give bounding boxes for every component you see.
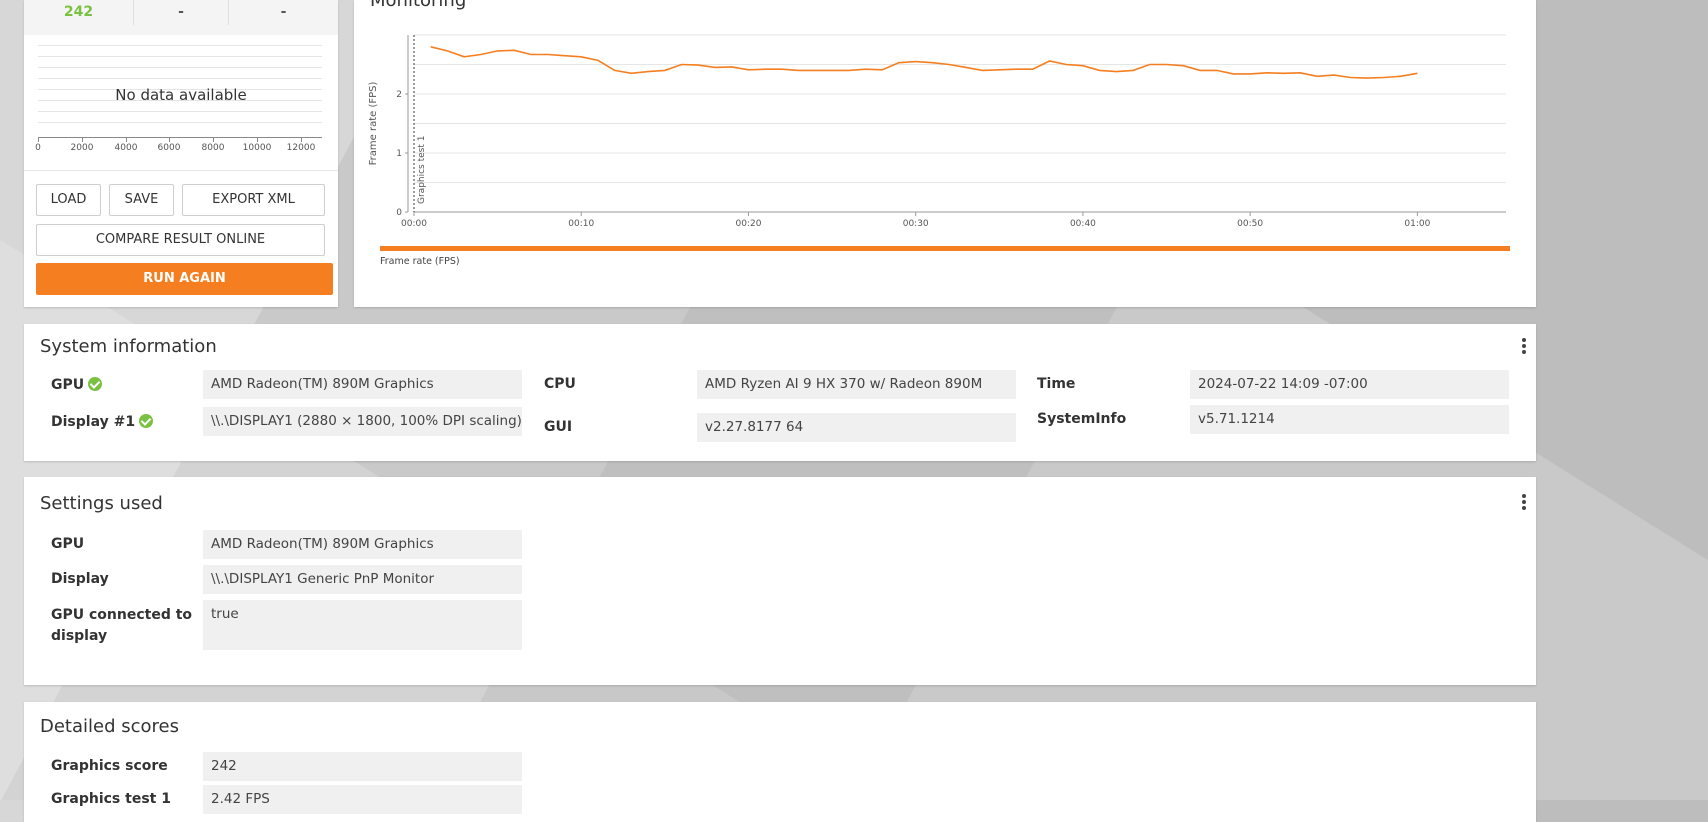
export-xml-button[interactable]: EXPORT XML: [182, 184, 325, 216]
settings-used-title: Settings used: [40, 493, 163, 514]
gpu-label: GPU: [51, 377, 103, 393]
run-again-button[interactable]: RUN AGAIN: [36, 263, 333, 295]
test-marker-label: Graphics test 1: [417, 136, 427, 204]
score-value: -: [134, 0, 229, 25]
chart-x-tick-label: 00:20: [735, 219, 761, 229]
chart-legend-label: Frame rate (FPS): [380, 256, 460, 267]
gpu-value: AMD Radeon(TM) 890M Graphics: [203, 370, 522, 399]
cpu-label: CPU: [544, 376, 576, 392]
histogram-tick-label: 6000: [157, 143, 181, 153]
score-value: 242: [24, 0, 134, 25]
check-icon: [88, 377, 103, 391]
result-summary-panel: 242 - - No data available 0 2000 4000 60…: [24, 0, 338, 307]
monitoring-panel: Monitoring 0 1 2 00:00 00:10 00:20 00:30 00:40 0…: [354, 0, 1536, 307]
check-icon: [139, 414, 154, 428]
chart-x-tick-label: 00:10: [568, 219, 594, 229]
gpu-connected-value: true: [203, 600, 522, 650]
fps-chart: 0 1 2 00:00 00:10 00:20 00:30 00:40 00:50 01:00 Fr…: [368, 34, 1506, 229]
divider: [24, 170, 338, 171]
score-value: -: [280, 4, 287, 20]
compare-result-online-button[interactable]: COMPARE RESULT ONLINE: [36, 224, 325, 256]
histogram-tick-label: 10000: [242, 143, 272, 153]
graphics-test1-label: Graphics test 1: [51, 791, 171, 807]
chart-x-tick-label: 00:40: [1070, 219, 1096, 229]
save-button[interactable]: SAVE: [109, 184, 174, 216]
time-label: Time: [1037, 376, 1076, 392]
settings-used-panel: Settings used GPU AMD Radeon(TM) 890M Gr…: [24, 477, 1536, 685]
score-strip: 242 - -: [24, 0, 338, 35]
system-information-panel: System information GPU AMD Radeon(TM) 89…: [24, 324, 1536, 461]
settings-display-value: \\.\DISPLAY1 Generic PnP Monitor: [203, 565, 522, 594]
histogram-tick-label: 0: [35, 143, 41, 153]
systeminfo-label: SystemInfo: [1037, 411, 1127, 427]
chart-x-tick-label: 00:30: [903, 219, 929, 229]
graphics-score-label: Graphics score: [51, 758, 168, 774]
timeline-bar[interactable]: [380, 246, 1510, 251]
load-button[interactable]: LOAD: [36, 184, 101, 216]
system-information-title: System information: [40, 336, 217, 357]
detailed-scores-title: Detailed scores: [40, 716, 179, 737]
settings-display-label: Display: [51, 571, 109, 587]
settings-gpu-label: GPU: [51, 536, 85, 552]
histogram-tick-label: 2000: [70, 143, 94, 153]
chart-x-tick-label: 00:00: [401, 219, 427, 229]
detailed-scores-panel: Detailed scores Graphics score 242 Graph…: [24, 702, 1536, 822]
histogram-tick-label: 4000: [114, 143, 138, 153]
chart-y-tick-label: 1: [396, 149, 402, 159]
systeminfo-value: v5.71.1214: [1190, 405, 1509, 434]
histogram-tick-label: 8000: [201, 143, 225, 153]
chart-y-tick-label: 2: [396, 90, 402, 100]
chart-y-tick-label: 0: [396, 208, 402, 218]
display-value: \\.\DISPLAY1 (2880 × 1800, 100% DPI scal…: [203, 407, 522, 436]
fps-series-line: [430, 46, 1418, 79]
gpu-connected-label: GPU connected to display: [51, 607, 193, 644]
gui-value: v2.27.8177 64: [697, 413, 1016, 442]
more-options-icon[interactable]: [1522, 494, 1526, 512]
chart-y-axis-label: Frame rate (FPS): [368, 82, 379, 166]
settings-gpu-value: AMD Radeon(TM) 890M Graphics: [203, 530, 522, 559]
display-label: Display #1: [51, 414, 154, 430]
chart-x-tick-label: 01:00: [1404, 219, 1430, 229]
graphics-score-value: 242: [203, 752, 522, 781]
time-value: 2024-07-22 14:09 -07:00: [1190, 370, 1509, 399]
histogram-tick-label: 12000: [286, 143, 316, 153]
histogram-axis: [38, 137, 322, 138]
more-options-icon[interactable]: [1522, 338, 1526, 356]
cpu-value: AMD Ryzen AI 9 HX 370 w/ Radeon 890M: [697, 370, 1016, 399]
histogram-no-data: No data available: [115, 86, 247, 104]
chart-x-tick-label: 00:50: [1237, 219, 1263, 229]
gui-label: GUI: [544, 419, 573, 435]
